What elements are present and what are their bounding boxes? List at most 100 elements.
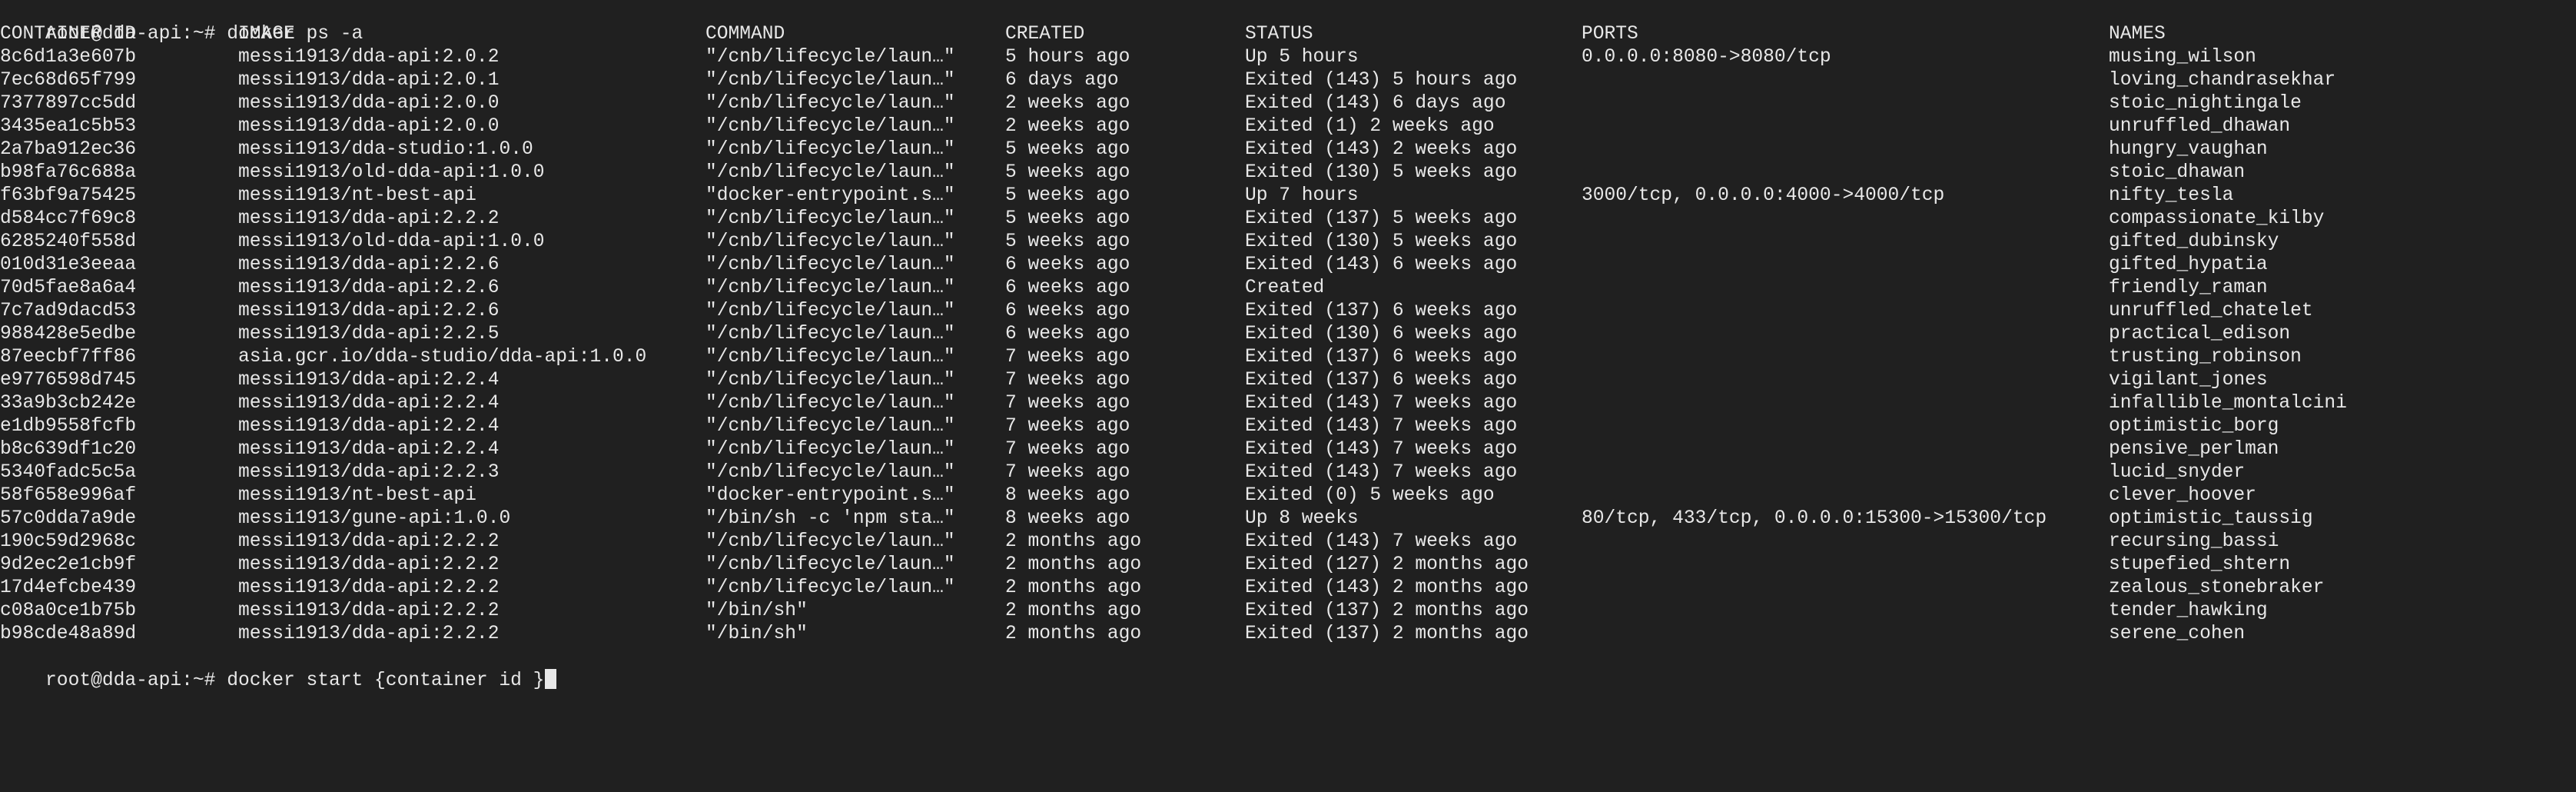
image-cell: messi1913/nt-best-api bbox=[238, 185, 476, 206]
image-cell: messi1913/dda-api:2.2.6 bbox=[238, 278, 500, 298]
header-created: CREATED bbox=[1005, 24, 1085, 45]
created-cell: 6 weeks ago bbox=[1005, 255, 1130, 275]
header-names: NAMES bbox=[2109, 24, 2166, 45]
status-cell: Exited (137) 2 months ago bbox=[1245, 601, 1529, 621]
command-cell: "/bin/sh -c 'npm sta…" bbox=[705, 508, 955, 529]
table-row: 57c0dda7a9de messi1913/gune-api:1.0.0 "/bi… bbox=[0, 507, 2576, 531]
status-cell: Exited (130) 6 weeks ago bbox=[1245, 324, 1518, 344]
command-line-start[interactable]: root@dda-api:~# docker start {container … bbox=[0, 646, 2576, 691]
container-id-cell: 7377897cc5dd bbox=[0, 93, 137, 114]
image-cell: messi1913/dda-api:2.0.1 bbox=[238, 70, 500, 91]
status-cell: Created bbox=[1245, 278, 1325, 298]
container-id-cell: 70d5fae8a6a4 bbox=[0, 278, 137, 298]
image-cell: messi1913/dda-api:2.2.5 bbox=[238, 324, 500, 344]
created-cell: 8 weeks ago bbox=[1005, 485, 1130, 506]
container-id-cell: e1db9558fcfb bbox=[0, 416, 137, 437]
created-cell: 7 weeks ago bbox=[1005, 439, 1130, 460]
container-id-cell: 6285240f558d bbox=[0, 231, 137, 252]
image-cell: messi1913/dda-api:2.2.6 bbox=[238, 255, 500, 275]
status-cell: Exited (130) 5 weeks ago bbox=[1245, 162, 1518, 183]
table-row: 17d4efcbe439 messi1913/dda-api:2.2.2 "/cnb… bbox=[0, 577, 2576, 600]
container-name-cell: serene_cohen bbox=[2109, 624, 2246, 644]
status-cell: Exited (143) 7 weeks ago bbox=[1245, 393, 1518, 414]
status-cell: Exited (143) 2 months ago bbox=[1245, 577, 1529, 598]
status-cell: Up 5 hours bbox=[1245, 47, 1359, 68]
container-name-cell: friendly_raman bbox=[2109, 278, 2268, 298]
container-id-cell: b98fa76c688a bbox=[0, 162, 137, 183]
created-cell: 2 weeks ago bbox=[1005, 116, 1130, 137]
created-cell: 2 months ago bbox=[1005, 601, 1142, 621]
status-cell: Exited (143) 5 hours ago bbox=[1245, 70, 1518, 91]
command-input[interactable]: docker start {container id } bbox=[227, 671, 544, 691]
prompt: root@dda-api:~# bbox=[45, 671, 227, 691]
table-row: 7c7ad9dacd53 messi1913/dda-api:2.2.6 "/cnb… bbox=[0, 300, 2576, 323]
created-cell: 6 days ago bbox=[1005, 70, 1119, 91]
created-cell: 7 weeks ago bbox=[1005, 370, 1130, 391]
status-cell: Exited (137) 6 weeks ago bbox=[1245, 301, 1518, 321]
table-row: 58f658e996af messi1913/nt-best-api "docker… bbox=[0, 484, 2576, 507]
ports-cell: 3000/tcp, 0.0.0.0:4000->4000/tcp bbox=[1582, 185, 1945, 206]
status-cell: Exited (130) 5 weeks ago bbox=[1245, 231, 1518, 252]
container-name-cell: musing_wilson bbox=[2109, 47, 2256, 68]
header-status: STATUS bbox=[1245, 24, 1313, 45]
command-cell: "/cnb/lifecycle/laun…" bbox=[705, 393, 955, 414]
status-cell: Exited (127) 2 months ago bbox=[1245, 554, 1529, 575]
container-name-cell: stupefied_shtern bbox=[2109, 554, 2291, 575]
container-name-cell: vigilant_jones bbox=[2109, 370, 2268, 391]
status-cell: Exited (137) 6 weeks ago bbox=[1245, 347, 1518, 368]
command-cell: "/cnb/lifecycle/laun…" bbox=[705, 208, 955, 229]
created-cell: 7 weeks ago bbox=[1005, 462, 1130, 483]
image-cell: messi1913/dda-api:2.0.0 bbox=[238, 93, 500, 114]
command-cell: "/cnb/lifecycle/laun…" bbox=[705, 554, 955, 575]
command-cell: "/cnb/lifecycle/laun…" bbox=[705, 301, 955, 321]
command-cell: "/cnb/lifecycle/laun…" bbox=[705, 47, 955, 68]
container-id-cell: 5340fadc5c5a bbox=[0, 462, 137, 483]
table-header: CONTAINER ID IMAGE COMMAND CREATED STATU… bbox=[0, 23, 2576, 46]
container-id-cell: f63bf9a75425 bbox=[0, 185, 137, 206]
container-name-cell: infallible_montalcini bbox=[2109, 393, 2347, 414]
image-cell: messi1913/dda-api:2.2.2 bbox=[238, 554, 500, 575]
container-name-cell: recursing_bassi bbox=[2109, 531, 2279, 552]
table-row: e9776598d745 messi1913/dda-api:2.2.4 "/cnb… bbox=[0, 369, 2576, 392]
status-cell: Exited (143) 7 weeks ago bbox=[1245, 416, 1518, 437]
status-cell: Exited (137) 2 months ago bbox=[1245, 624, 1529, 644]
command-cell: "/cnb/lifecycle/laun…" bbox=[705, 347, 955, 368]
image-cell: messi1913/old-dda-api:1.0.0 bbox=[238, 162, 545, 183]
container-id-cell: e9776598d745 bbox=[0, 370, 137, 391]
table-row: b8c639df1c20 messi1913/dda-api:2.2.4 "/cnb… bbox=[0, 438, 2576, 461]
container-name-cell: stoic_dhawan bbox=[2109, 162, 2246, 183]
table-row: 9d2ec2e1cb9f messi1913/dda-api:2.2.2 "/cnb… bbox=[0, 554, 2576, 577]
container-name-cell: stoic_nightingale bbox=[2109, 93, 2302, 114]
image-cell: messi1913/old-dda-api:1.0.0 bbox=[238, 231, 545, 252]
container-name-cell: lucid_snyder bbox=[2109, 462, 2246, 483]
table-row: b98fa76c688a messi1913/old-dda-api:1.0.0 "… bbox=[0, 161, 2576, 185]
container-id-cell: 58f658e996af bbox=[0, 485, 137, 506]
command-cell: "/cnb/lifecycle/laun…" bbox=[705, 577, 955, 598]
status-cell: Exited (137) 6 weeks ago bbox=[1245, 370, 1518, 391]
created-cell: 7 weeks ago bbox=[1005, 393, 1130, 414]
command-cell: "/cnb/lifecycle/laun…" bbox=[705, 139, 955, 160]
terminal-window[interactable]: root@dda-api:~# docker ps -a CONTAINER I… bbox=[0, 0, 2576, 792]
created-cell: 6 weeks ago bbox=[1005, 301, 1130, 321]
status-cell: Up 7 hours bbox=[1245, 185, 1359, 206]
status-cell: Exited (143) 6 weeks ago bbox=[1245, 255, 1518, 275]
container-name-cell: compassionate_kilby bbox=[2109, 208, 2325, 229]
command-cell: "/cnb/lifecycle/laun…" bbox=[705, 324, 955, 344]
status-cell: Exited (143) 7 weeks ago bbox=[1245, 462, 1518, 483]
command-cell: "docker-entrypoint.s…" bbox=[705, 185, 955, 206]
container-name-cell: unruffled_chatelet bbox=[2109, 301, 2313, 321]
container-id-cell: 17d4efcbe439 bbox=[0, 577, 137, 598]
created-cell: 5 weeks ago bbox=[1005, 231, 1130, 252]
container-id-cell: b8c639df1c20 bbox=[0, 439, 137, 460]
image-cell: messi1913/dda-api:2.0.2 bbox=[238, 47, 500, 68]
ports-cell: 80/tcp, 433/tcp, 0.0.0.0:15300->15300/tc… bbox=[1582, 508, 2047, 529]
header-command: COMMAND bbox=[705, 24, 785, 45]
command-cell: "/bin/sh" bbox=[705, 624, 808, 644]
command-cell: "/cnb/lifecycle/laun…" bbox=[705, 255, 955, 275]
table-row: 33a9b3cb242e messi1913/dda-api:2.2.4 "/cnb… bbox=[0, 392, 2576, 415]
created-cell: 5 weeks ago bbox=[1005, 162, 1130, 183]
image-cell: messi1913/gune-api:1.0.0 bbox=[238, 508, 511, 529]
image-cell: messi1913/dda-api:2.2.4 bbox=[238, 439, 500, 460]
table-row: 988428e5edbe messi1913/dda-api:2.2.5 "/cnb… bbox=[0, 323, 2576, 346]
command-cell: "/cnb/lifecycle/laun…" bbox=[705, 70, 955, 91]
